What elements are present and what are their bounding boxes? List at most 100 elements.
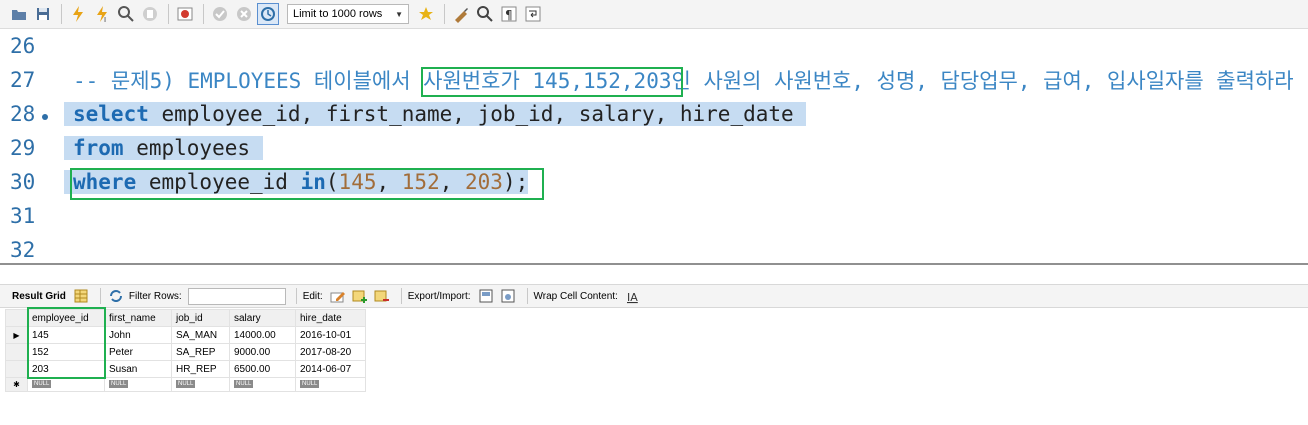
svg-text:IA: IA [627,291,638,304]
table-cell[interactable]: HR_REP [171,360,230,378]
table-cell[interactable]: SA_REP [171,343,230,361]
refresh-icon[interactable] [107,287,125,305]
comment-token: 인 사원의 사원번호, 성명, 담당업무, 급여, 입사일자를 출력하라 [671,69,1294,93]
beautify-icon[interactable] [450,3,472,25]
table-cell[interactable]: 2014-06-07 [295,360,366,378]
line-number: 26 [10,34,36,58]
new-row[interactable]: ✱ NULL NULL NULL NULL NULL [5,377,366,392]
row-header [5,343,28,361]
save-icon[interactable] [32,3,54,25]
execute-icon[interactable] [67,3,89,25]
grid-view-icon[interactable] [72,287,90,305]
table-cell[interactable]: 2016-10-01 [295,326,366,344]
export-icon[interactable] [477,287,495,305]
table-cell[interactable]: John [104,326,172,344]
comment-token: -- 문제5) EMPLOYEES 테이블에서 [73,69,424,93]
toolbar-separator [168,4,169,24]
row-header [5,360,28,378]
new-row-asterisk-icon: ✱ [5,377,28,392]
stop-icon[interactable] [139,3,161,25]
wrap-cell-icon[interactable]: IA [624,287,642,305]
highlight-box [421,67,683,97]
toggle-continue-icon[interactable] [174,3,196,25]
keyword-token: from [73,136,124,160]
limit-rows-label: Limit to 1000 rows [293,8,383,20]
edit-row-icon[interactable] [329,287,347,305]
table-cell[interactable]: SA_MAN [171,326,230,344]
result-toolbar: Result Grid Filter Rows: Edit: Export/Im… [0,284,1308,308]
line-number: 31 [10,204,36,228]
table-cell[interactable]: 14000.00 [229,326,296,344]
autocommit-icon[interactable] [257,3,279,25]
row-header-corner [5,309,28,327]
word-wrap-icon[interactable] [522,3,544,25]
line-number: 32 [10,238,36,262]
column-header-first-name[interactable]: first_name [104,309,172,327]
editor-line: 26 [0,29,64,63]
column-header-salary[interactable]: salary [229,309,296,327]
editor-line: 28 select employee_id, first_name, job_i… [0,97,807,131]
sql-editor[interactable]: 26 27 -- 문제5) EMPLOYEES 테이블에서 사원번호가 145,… [0,29,1308,263]
toolbar-separator [61,4,62,24]
null-badge: NULL [32,380,52,388]
editor-toolbar: I Limit to 1000 rows ▼ ¶ [0,0,1308,29]
code-text: from employees [64,136,263,160]
panel-splitter[interactable] [0,263,1308,283]
filter-rows-input[interactable] [187,287,286,305]
folder-open-icon[interactable] [8,3,30,25]
editor-line: 32 [0,233,64,267]
text-token: employees [123,136,263,160]
svg-text:¶: ¶ [505,8,513,22]
table-cell[interactable]: 2017-08-20 [295,343,366,361]
commit-icon[interactable] [209,3,231,25]
import-icon[interactable] [499,287,517,305]
toolbar-separator [295,288,297,304]
find-icon[interactable] [474,3,496,25]
export-import-label: Export/Import: [407,290,471,302]
toolbar-separator [99,288,101,304]
editor-line: 31 [0,199,64,233]
table-cell[interactable]: Susan [104,360,172,378]
line-number: 28 [0,102,64,126]
toolbar-separator [526,288,528,304]
current-row-arrow-icon: ▶ [5,326,28,344]
invisible-chars-icon[interactable]: ¶ [498,3,520,25]
table-cell[interactable]: Peter [104,343,172,361]
line-number: 30 [10,170,36,194]
code-text: select employee_id, first_name, job_id, … [64,102,807,126]
toolbar-separator [203,4,204,24]
wrap-cell-label: Wrap Cell Content: [533,290,618,302]
table-cell[interactable]: NULL [295,377,366,392]
filter-rows-label: Filter Rows: [128,290,182,302]
statement-dot-icon [42,114,48,120]
column-header-hire-date[interactable]: hire_date [295,309,366,327]
execute-current-icon[interactable]: I [91,3,113,25]
table-cell[interactable]: NULL [229,377,296,392]
toolbar-separator [444,4,445,24]
table-cell[interactable]: 9000.00 [229,343,296,361]
keyword-token: select [73,102,149,126]
table-cell[interactable]: NULL [104,377,172,392]
highlight-box [27,307,106,379]
delete-row-icon[interactable] [373,287,391,305]
editor-line: 29 from employees [0,131,263,165]
table-cell[interactable]: NULL [171,377,230,392]
line-number: 29 [10,136,36,160]
explain-icon[interactable] [115,3,137,25]
add-snippet-icon[interactable] [415,3,437,25]
table-cell[interactable]: 6500.00 [229,360,296,378]
null-badge: NULL [109,380,129,388]
line-number-text: 28 [10,102,36,126]
column-header-job-id[interactable]: job_id [171,309,230,327]
chevron-down-icon: ▼ [395,9,403,19]
result-grid-tab[interactable]: Result Grid [12,291,66,302]
toolbar-separator [400,288,402,304]
add-row-icon[interactable] [351,287,369,305]
line-number: 27 [10,68,36,92]
limit-rows-select[interactable]: Limit to 1000 rows ▼ [287,4,409,24]
rollback-icon[interactable] [233,3,255,25]
null-badge: NULL [300,380,320,388]
table-cell[interactable]: NULL [27,377,105,392]
null-badge: NULL [234,380,254,388]
highlight-box [70,168,544,200]
